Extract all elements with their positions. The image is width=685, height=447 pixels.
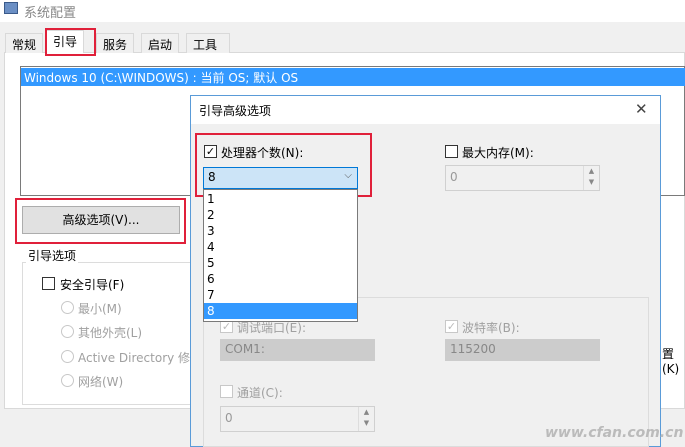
radio-network-label: 网络(W) [78,375,124,389]
highlight-box-button [15,198,186,244]
num-processors-checkbox[interactable]: ✓ [204,145,217,158]
tab-tools[interactable]: 工具 [186,33,230,53]
dropdown-option-selected[interactable]: 8 [204,303,357,319]
radio-alt-shell[interactable] [61,325,74,338]
baud-rate-value: 115200 [450,342,496,356]
spinner-arrows-icon[interactable]: ▲ ▼ [583,166,599,190]
dropdown-option[interactable]: 6 [204,271,357,287]
dropdown-option[interactable]: 4 [204,239,357,255]
radio-ad-repair-label: Active Directory 修 [78,351,191,365]
tab-startup[interactable]: 启动 [141,33,180,53]
dropdown-option[interactable]: 1 [204,191,357,207]
baud-rate-combo[interactable]: 115200 [445,339,600,361]
dropdown-option[interactable]: 3 [204,223,357,239]
max-memory-label: 最大内存(M): [462,146,534,160]
max-memory-value: 0 [450,170,458,184]
tab-services[interactable]: 服务 [96,33,135,53]
dropdown-option[interactable]: 7 [204,287,357,303]
dialog-title-bar: 引导高级选项 ✕ [191,96,660,124]
option-fragment-label: 置(K) [662,347,680,376]
dropdown-option[interactable]: 5 [204,255,357,271]
num-processors-value: 8 [208,170,216,184]
close-icon[interactable]: ✕ [635,100,648,118]
channel-value: 0 [225,411,233,425]
max-memory-spinner[interactable]: 0 ▲ ▼ [445,165,600,191]
num-processors-dropdown[interactable]: 1 2 3 4 5 6 7 8 [203,189,358,322]
debug-port-value: COM1: [225,342,265,356]
app-icon [4,2,18,14]
num-processors-label: 处理器个数(N): [221,146,304,160]
window-title: 系统配置 [24,6,77,21]
safe-boot-checkbox[interactable] [42,277,55,290]
radio-minimal-label: 最小(M) [78,302,122,316]
dialog-title: 引导高级选项 [199,104,272,118]
title-bar: 系统配置 [0,0,685,22]
radio-minimal[interactable] [61,301,74,314]
spinner-arrows-icon[interactable]: ▲ ▼ [358,407,374,431]
baud-rate-label: 波特率(B): [462,321,520,335]
boot-os-item[interactable]: Windows 10 (C:\WINDOWS) : 当前 OS; 默认 OS [21,68,685,86]
chevron-down-icon: ⌵ [344,170,352,181]
channel-label: 通道(C): [237,386,283,400]
max-memory-checkbox[interactable] [445,145,458,158]
tab-general[interactable]: 常规 [5,33,44,53]
watermark: www.cfan.com.cn [545,425,684,441]
highlight-box-tab [45,28,96,56]
debug-port-combo[interactable]: COM1: [220,339,375,361]
radio-ad-repair[interactable] [61,350,74,363]
safe-boot-label: 安全引导(F) [60,278,125,292]
radio-alt-shell-label: 其他外壳(L) [78,326,143,340]
radio-network[interactable] [61,374,74,387]
boot-options-title: 引导选项 [26,247,79,264]
num-processors-combo[interactable]: 8 ⌵ [203,167,358,189]
channel-checkbox[interactable] [220,385,233,398]
dropdown-option[interactable]: 2 [204,207,357,223]
baud-rate-checkbox[interactable]: ✓ [445,320,458,333]
channel-spinner[interactable]: 0 ▲ ▼ [220,406,375,432]
